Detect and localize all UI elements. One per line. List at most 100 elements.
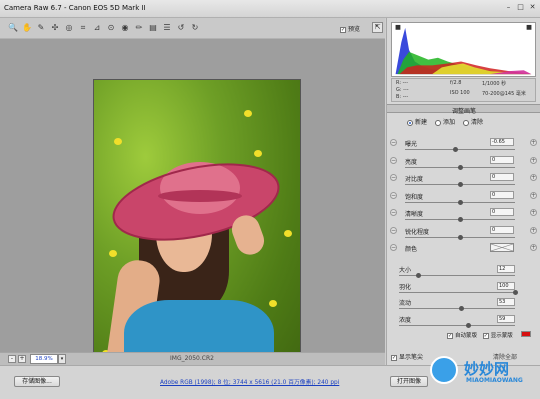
mode-new-radio[interactable]: 新建: [407, 119, 427, 126]
workflow-options-link[interactable]: Adobe RGB (1998); 8 位; 3744 x 5616 (21.0…: [160, 377, 339, 386]
adjustment-value-field[interactable]: 0: [490, 190, 514, 199]
color-swatch[interactable]: [490, 243, 514, 252]
color-sampler-icon[interactable]: ✣: [50, 23, 60, 33]
plus-icon[interactable]: +: [530, 156, 537, 164]
adjustment-brush-icon[interactable]: ✏: [134, 23, 144, 33]
maximize-button[interactable]: □: [515, 3, 526, 12]
preferences-icon[interactable]: ☰: [162, 23, 172, 33]
slider-thumb[interactable]: [458, 217, 463, 222]
auto-mask-checkbox[interactable]: ✓: [447, 332, 453, 339]
slider-thumb[interactable]: [458, 182, 463, 187]
zoom-in-button[interactable]: +: [18, 355, 26, 363]
rotate-cw-icon[interactable]: ↻: [190, 23, 200, 33]
adjustment-value-field[interactable]: -0.65: [490, 138, 514, 146]
graduated-filter-icon[interactable]: ▤: [148, 23, 158, 33]
watermark-subtitle: MIAOMIAOWANG: [466, 377, 523, 384]
zoom-icon[interactable]: 🔍: [8, 23, 18, 33]
minus-icon[interactable]: −: [390, 174, 397, 181]
zoom-dropdown[interactable]: ▾: [58, 354, 66, 364]
brush-value-field[interactable]: 53: [497, 298, 515, 306]
brush-setting-label: 浓度: [399, 316, 412, 324]
slider-thumb[interactable]: [458, 164, 463, 170]
plus-icon[interactable]: +: [530, 191, 537, 199]
brush-value-field[interactable]: 100: [497, 281, 515, 290]
mask-color-swatch[interactable]: [521, 331, 531, 337]
brush-mode-group: 新建 添加 清除: [407, 117, 491, 126]
slider-track[interactable]: [399, 324, 515, 326]
minus-icon[interactable]: −: [390, 191, 397, 199]
minus-icon[interactable]: −: [390, 209, 397, 216]
plus-icon[interactable]: +: [530, 139, 537, 146]
brush-value-field[interactable]: 59: [497, 314, 515, 323]
minus-icon[interactable]: −: [390, 139, 397, 146]
site-watermark: 妙妙网 MIAOMIAOWANG: [430, 354, 538, 394]
red-eye-icon[interactable]: ◉: [120, 23, 130, 33]
preview-canvas[interactable]: [0, 39, 385, 388]
brush-setting-row: 大小 12: [387, 264, 540, 281]
slider-track[interactable]: [405, 149, 515, 150]
slider-thumb[interactable]: [459, 306, 465, 311]
plus-icon[interactable]: +: [530, 209, 537, 216]
zoom-level-field[interactable]: 18.9%: [30, 354, 58, 364]
watermark-title: 妙妙网: [464, 360, 510, 378]
adjustment-value-field[interactable]: 0: [490, 173, 514, 181]
save-image-button[interactable]: 存储图像...: [14, 376, 60, 387]
slider-track[interactable]: [399, 291, 515, 293]
brush-setting-row: 流动 53: [387, 297, 540, 314]
crop-icon[interactable]: ⌗: [78, 23, 88, 33]
target-adjust-icon[interactable]: ◎: [64, 23, 74, 33]
adjustment-row: − 对比度 0 +: [387, 172, 540, 190]
brush-setting-row: 浓度 59: [387, 314, 540, 331]
fullscreen-button[interactable]: ⇱: [372, 22, 383, 33]
slider-thumb[interactable]: [452, 147, 458, 152]
plus-icon[interactable]: +: [530, 226, 537, 234]
minus-icon[interactable]: −: [390, 226, 397, 234]
brush-value-field[interactable]: 12: [497, 265, 515, 273]
plus-icon[interactable]: +: [530, 174, 537, 181]
flower: [269, 300, 277, 307]
rotate-ccw-icon[interactable]: ↺: [176, 23, 186, 33]
slider-thumb[interactable]: [513, 289, 518, 295]
slider-thumb[interactable]: [458, 199, 463, 205]
adjustment-row: − 颜色 +: [387, 242, 540, 260]
mode-add-radio[interactable]: 添加: [435, 119, 455, 126]
zoom-out-button[interactable]: -: [8, 355, 16, 363]
adjustment-row: − 清晰度 0 +: [387, 207, 540, 225]
minus-icon[interactable]: −: [390, 244, 397, 251]
adjustment-label: 颜色: [405, 246, 418, 253]
adjustment-value-field[interactable]: 0: [490, 155, 514, 164]
brush-setting-label: 大小: [399, 267, 412, 274]
slider-thumb[interactable]: [416, 273, 422, 278]
adjustment-value-field[interactable]: 0: [490, 225, 514, 234]
open-image-button[interactable]: 打开图像: [390, 376, 428, 387]
flower: [284, 230, 292, 237]
slider-thumb[interactable]: [466, 322, 472, 328]
hand-icon[interactable]: ✋: [22, 23, 32, 33]
show-mask-checkbox[interactable]: ✓: [482, 332, 489, 339]
minus-icon[interactable]: −: [390, 156, 397, 164]
adjustment-label: 对比度: [405, 176, 424, 183]
minimize-button[interactable]: –: [503, 3, 514, 12]
show-pins-toggle[interactable]: ✓ 显示笔尖: [391, 352, 423, 361]
mask-options: ✓ 自动蒙版 ✓ 显示蒙版: [447, 331, 513, 339]
slider-track[interactable]: [399, 308, 515, 309]
plus-icon[interactable]: +: [530, 244, 537, 251]
adjustment-label: 锐化程度: [405, 228, 430, 236]
white-balance-icon[interactable]: ✎: [36, 23, 46, 33]
spot-removal-icon[interactable]: ⊙: [106, 23, 116, 33]
adjustment-value-field[interactable]: 0: [490, 208, 514, 216]
straighten-icon[interactable]: ⊿: [92, 23, 102, 33]
close-button[interactable]: ✕: [527, 3, 538, 12]
show-mask-label: 显示蒙版: [490, 333, 513, 339]
slider-thumb[interactable]: [458, 234, 463, 240]
title-bar: Camera Raw 6.7 - Canon EOS 5D Mark II – …: [0, 0, 540, 18]
lens: 70-200@145 毫米: [482, 91, 526, 97]
mode-clear-radio[interactable]: 清除: [463, 119, 483, 126]
green-readout: G: ---: [396, 87, 409, 93]
preview-checkbox[interactable]: ✓ 预览: [340, 24, 360, 33]
photo-preview[interactable]: [93, 79, 301, 388]
adjustment-label: 饱和度: [405, 193, 424, 201]
radio-icon: [435, 119, 442, 126]
iso: ISO 100: [450, 90, 470, 96]
adjustment-row: − 曝光 -0.65 +: [387, 137, 540, 155]
